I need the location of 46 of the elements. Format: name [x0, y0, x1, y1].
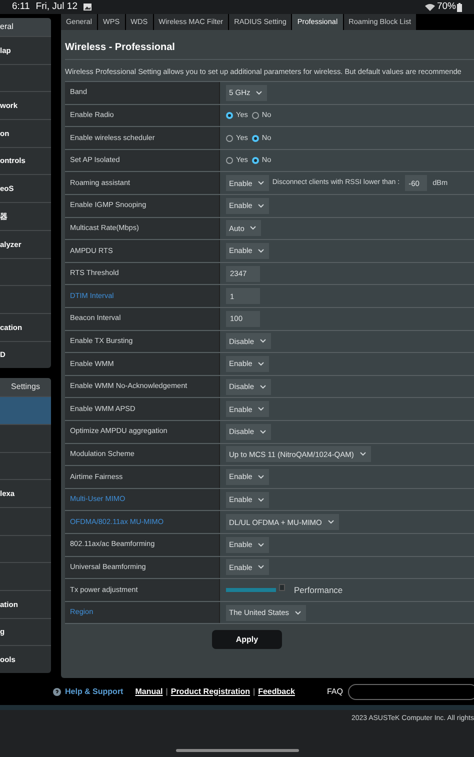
help-icon: [53, 688, 61, 696]
radio-button[interactable]: [252, 112, 259, 119]
radio-button[interactable]: [252, 134, 259, 142]
sidebar-header: eral: [0, 18, 51, 36]
apply-button[interactable]: Apply: [212, 630, 282, 650]
footer-link[interactable]: Product Registration: [170, 686, 250, 698]
chevron-down-icon: [258, 204, 264, 208]
status-time: 6:11: [12, 0, 30, 14]
chevron-down-icon: [260, 339, 266, 344]
radio-button[interactable]: [252, 157, 259, 164]
battery-percent: 70%: [436, 0, 456, 14]
radio-button[interactable]: [226, 157, 233, 164]
battery-icon: [457, 2, 462, 12]
chevron-down-icon: [258, 565, 264, 570]
chevron-down-icon: [258, 475, 264, 479]
chevron-down-icon: [258, 407, 264, 412]
chevron-down-icon: [258, 249, 264, 254]
chevron-down-icon: [258, 181, 264, 186]
chevron-down-icon: [258, 542, 264, 547]
link-separator: |: [166, 686, 168, 698]
chevron-down-icon: [360, 452, 366, 456]
faq-label: FAQ: [326, 686, 343, 698]
chevron-down-icon: [328, 520, 334, 524]
image-icon: [82, 3, 92, 11]
chevron-down-icon: [258, 498, 264, 502]
link-separator: |: [252, 686, 256, 698]
chevron-down-icon: [260, 384, 266, 389]
chevron-down-icon: [260, 430, 266, 434]
slider-thumb[interactable]: [279, 584, 285, 592]
footer-link[interactable]: Manual: [135, 686, 163, 698]
chevron-down-icon: [295, 610, 302, 615]
sidebar-item[interactable]: [0, 396, 51, 424]
chevron-down-icon: [258, 362, 264, 366]
slider-value: Performance: [294, 584, 343, 596]
radio-button[interactable]: [226, 134, 233, 142]
radio-button[interactable]: [226, 112, 233, 119]
faq-search-field[interactable]: [348, 684, 474, 700]
wifi-icon: [424, 3, 435, 11]
page-title: Wireless - Professional: [65, 40, 474, 60]
footer-link[interactable]: Feedback: [258, 686, 295, 698]
sidebar-header: Settings: [0, 378, 51, 396]
home-indicator[interactable]: [176, 748, 298, 752]
chevron-down-icon: [256, 90, 262, 95]
chevron-down-icon: [250, 226, 256, 230]
help-support-link[interactable]: Help & Support: [65, 686, 124, 698]
status-date: Fri, Jul 12: [36, 0, 78, 14]
